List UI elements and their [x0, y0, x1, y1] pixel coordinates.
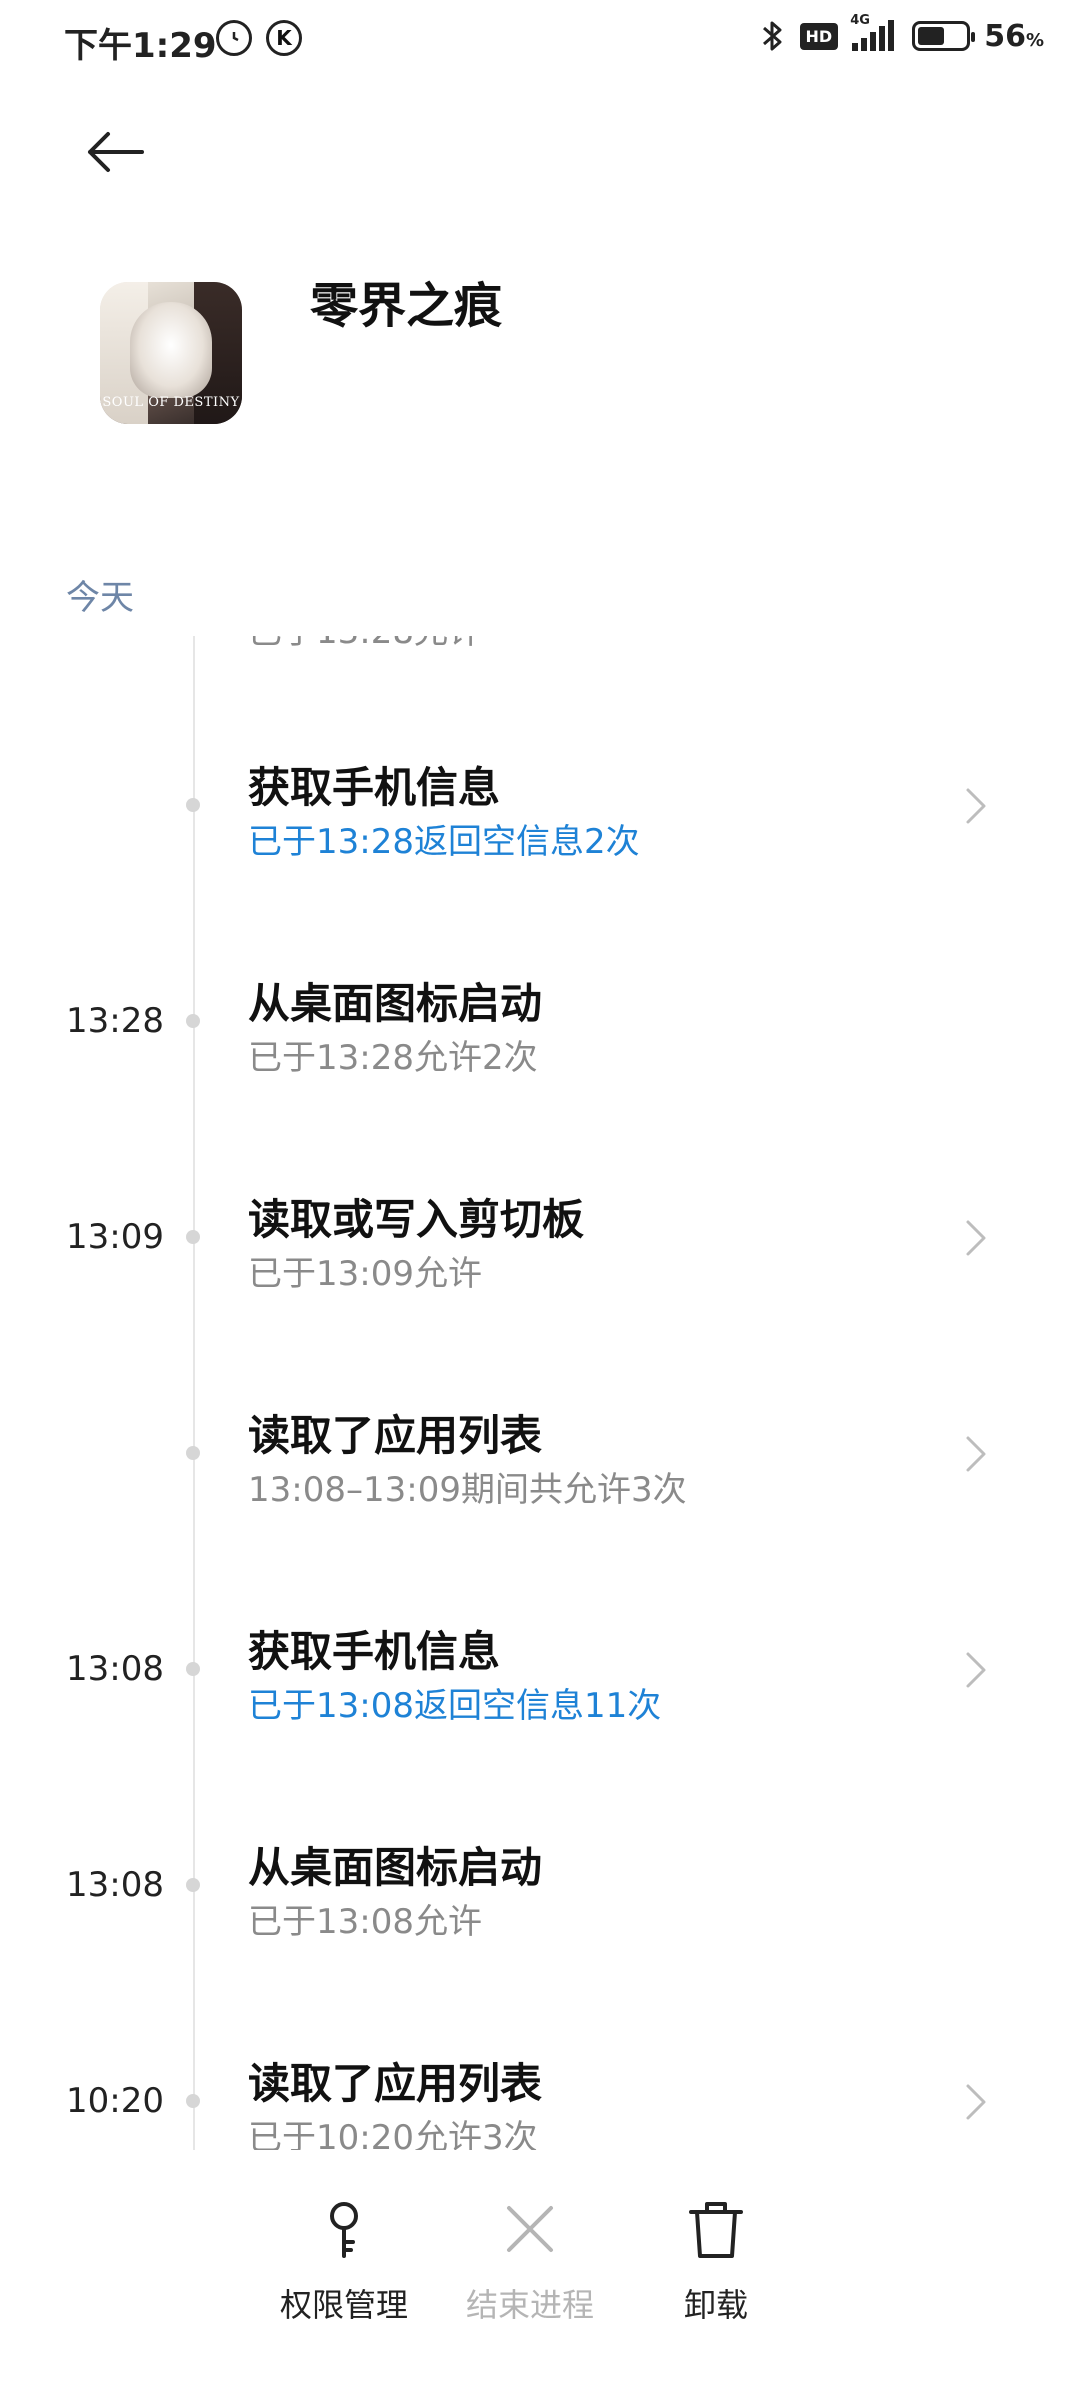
- entry-subtitle: 已于13:28允许2次: [248, 1038, 538, 1078]
- status-bar: 下午1:29 K HD 4G 56%: [0, 0, 1080, 84]
- end-process-label: 结束进程: [465, 2286, 594, 2324]
- timeline-entry[interactable]: 13:08 获取手机信息已于13:08返回空信息11次: [0, 1520, 1080, 1730]
- entry-title: 读取了应用列表: [248, 2059, 543, 2108]
- app-icon: SOUL OF DESTINY: [100, 282, 242, 424]
- entry-time: 13:09: [66, 1217, 164, 1257]
- uninstall-label: 卸载: [683, 2286, 748, 2324]
- timeline-dot: [186, 2094, 200, 2108]
- timeline-dot: [186, 1014, 200, 1028]
- timeline-dot: [186, 1446, 200, 1460]
- timeline-entry: 已于13:28允许: [0, 636, 1080, 656]
- permissions-button[interactable]: 权限管理: [244, 2194, 444, 2326]
- trash-icon: [689, 2202, 743, 2258]
- permissions-label: 权限管理: [279, 2286, 408, 2324]
- chevron-right-icon: [966, 1220, 986, 1256]
- chevron-right-icon: [966, 788, 986, 824]
- status-time: 下午1:29: [64, 26, 217, 66]
- entry-time: 13:28: [66, 1001, 164, 1041]
- permission-timeline: 已于13:28允许获取手机信息已于13:28返回空信息2次13:28从桌面图标启…: [0, 636, 1080, 2150]
- close-icon: [507, 2206, 553, 2252]
- timeline-entry: 13:08 从桌面图标启动已于13:08允许: [0, 1736, 1080, 1946]
- bottom-action-bar: 权限管理 结束进程 卸载: [0, 2160, 1080, 2400]
- entry-title: 从桌面图标启动: [248, 979, 543, 1028]
- timeline-dot: [186, 1662, 200, 1676]
- chevron-right-icon: [966, 2084, 986, 2120]
- battery-percent: 56%: [984, 18, 1044, 54]
- back-button[interactable]: [84, 128, 148, 176]
- k-app-icon: K: [266, 20, 302, 56]
- bluetooth-icon: [762, 21, 782, 51]
- chevron-right-icon: [966, 1652, 986, 1688]
- timeline-dot: [186, 1878, 200, 1892]
- timeline-dot: [186, 798, 200, 812]
- network-type-label: 4G: [850, 13, 870, 28]
- timeline-entry: 13:28 从桌面图标启动已于13:28允许2次: [0, 872, 1080, 1082]
- signal-icon: 4G: [850, 13, 898, 53]
- entry-subtitle: 已于13:08允许: [248, 1902, 482, 1942]
- key-icon: [330, 2202, 358, 2258]
- timeline-entry[interactable]: 13:09 读取或写入剪切板已于13:09允许: [0, 1088, 1080, 1298]
- entry-title: 读取或写入剪切板: [248, 1195, 585, 1244]
- entry-subtitle: 已于13:28返回空信息2次: [248, 822, 640, 862]
- entry-subtitle: 已于13:08返回空信息11次: [248, 1686, 662, 1726]
- entry-subtitle: 13:08–13:09期间共允许3次: [248, 1470, 687, 1510]
- entry-subtitle: 已于10:20允许3次: [248, 2118, 538, 2150]
- app-icon-logo-text: SOUL OF DESTINY: [102, 395, 240, 410]
- entry-title: 获取手机信息: [248, 763, 501, 812]
- section-label-today: 今天: [66, 578, 134, 618]
- entry-title: 获取手机信息: [248, 1627, 501, 1676]
- timeline-entry[interactable]: 读取了应用列表 13:08–13:09期间共允许3次: [0, 1304, 1080, 1514]
- entry-subtitle: 已于13:28允许: [248, 636, 482, 653]
- timeline-dot: [186, 1230, 200, 1244]
- entry-title: 从桌面图标启动: [248, 1843, 543, 1892]
- chevron-right-icon: [966, 1436, 986, 1472]
- alarm-icon: [216, 20, 252, 56]
- entry-subtitle: 已于13:09允许: [248, 1254, 482, 1294]
- battery-icon: [912, 21, 976, 51]
- timeline-entry[interactable]: 10:20 读取了应用列表已于10:20允许3次: [0, 1952, 1080, 2150]
- end-process-button[interactable]: 结束进程: [430, 2194, 630, 2326]
- back-arrow-icon: [88, 132, 144, 172]
- entry-time: 13:08: [66, 1865, 164, 1905]
- uninstall-button[interactable]: 卸载: [616, 2194, 816, 2326]
- timeline-entry[interactable]: 获取手机信息已于13:28返回空信息2次: [0, 656, 1080, 866]
- hd-badge: HD: [799, 22, 839, 50]
- app-name: 零界之痕: [310, 278, 503, 334]
- entry-time: 10:20: [66, 2081, 164, 2121]
- entry-time: 13:08: [66, 1649, 164, 1689]
- entry-title: 读取了应用列表: [248, 1411, 543, 1460]
